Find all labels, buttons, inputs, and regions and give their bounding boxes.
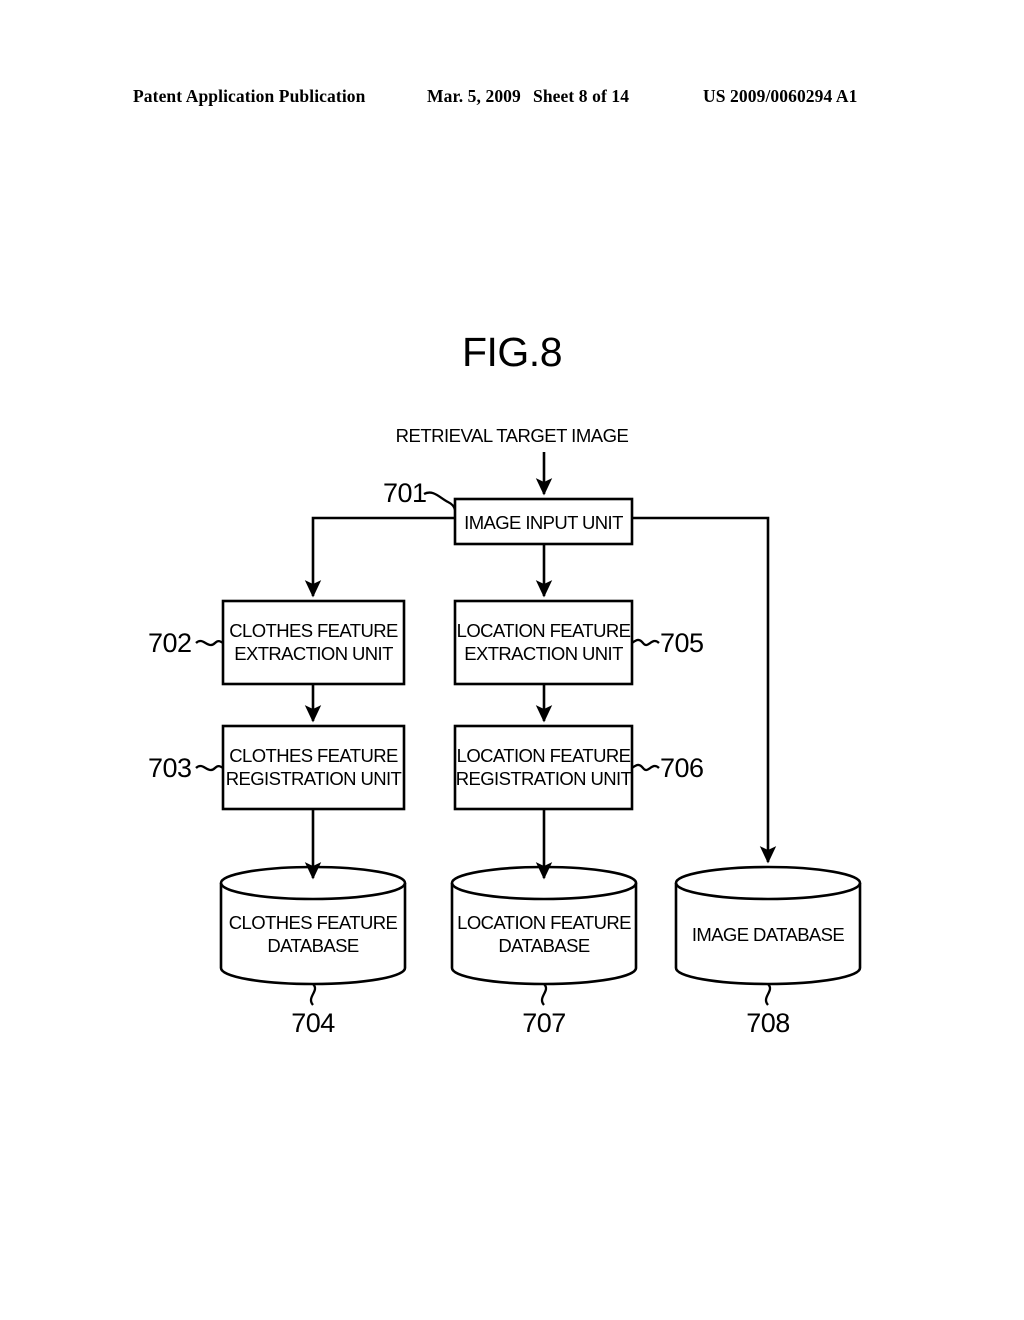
- label-clothes-feature-registration-unit-line2: REGISTRATION UNIT: [225, 768, 402, 789]
- ref-number-708: 708: [746, 1008, 790, 1038]
- label-clothes-feature-registration-unit-line1: CLOTHES FEATURE: [229, 745, 398, 766]
- ref-number-703: 703: [148, 753, 192, 783]
- leader-707: [540, 983, 548, 1006]
- label-image-database: IMAGE DATABASE: [676, 923, 860, 946]
- label-clothes-feature-registration-unit: CLOTHES FEATURE REGISTRATION UNIT: [223, 744, 404, 790]
- label-clothes-feature-extraction-unit: CLOTHES FEATURE EXTRACTION UNIT: [223, 619, 404, 665]
- ref-number-702: 702: [148, 628, 192, 658]
- connector-input-to-image-database: [632, 516, 777, 864]
- label-clothes-feature-extraction-unit-line1: CLOTHES FEATURE: [229, 620, 398, 641]
- label-location-feature-database-line2: DATABASE: [498, 935, 590, 956]
- ref-number-705: 705: [660, 628, 704, 658]
- label-location-feature-database: LOCATION FEATURE DATABASE: [452, 911, 636, 957]
- label-image-database-line1: IMAGE DATABASE: [691, 924, 845, 945]
- ref-number-701: 701: [383, 478, 427, 508]
- leader-705: [631, 638, 660, 647]
- label-location-feature-extraction-unit: LOCATION FEATURE EXTRACTION UNIT: [455, 619, 632, 665]
- label-clothes-feature-database-line2: DATABASE: [267, 935, 359, 956]
- leader-704: [309, 983, 317, 1006]
- ref-number-706: 706: [660, 753, 704, 783]
- label-location-feature-registration-unit-line1: LOCATION FEATURE: [456, 745, 631, 766]
- label-location-feature-extraction-unit-line2: EXTRACTION UNIT: [464, 643, 623, 664]
- label-image-input-unit: IMAGE INPUT UNIT: [455, 511, 632, 534]
- label-location-feature-registration-unit: LOCATION FEATURE REGISTRATION UNIT: [455, 744, 632, 790]
- leader-702: [195, 639, 224, 647]
- retrieval-target-image-caption: RETRIEVAL TARGET IMAGE: [395, 425, 629, 446]
- connector-input-to-clothes-extraction: [304, 516, 455, 598]
- label-clothes-feature-database: CLOTHES FEATURE DATABASE: [221, 911, 405, 957]
- label-location-feature-extraction-unit-line1: LOCATION FEATURE: [456, 620, 631, 641]
- label-location-feature-registration-unit-line2: REGISTRATION UNIT: [455, 768, 632, 789]
- leader-708: [764, 983, 772, 1006]
- label-image-input-unit-line1: IMAGE INPUT UNIT: [464, 512, 623, 533]
- leader-706: [631, 763, 660, 772]
- label-clothes-feature-extraction-unit-line2: EXTRACTION UNIT: [234, 643, 393, 664]
- leader-703: [195, 764, 224, 772]
- leader-701: [423, 491, 457, 511]
- label-clothes-feature-database-line1: CLOTHES FEATURE: [228, 912, 398, 933]
- label-location-feature-database-line1: LOCATION FEATURE: [457, 912, 631, 933]
